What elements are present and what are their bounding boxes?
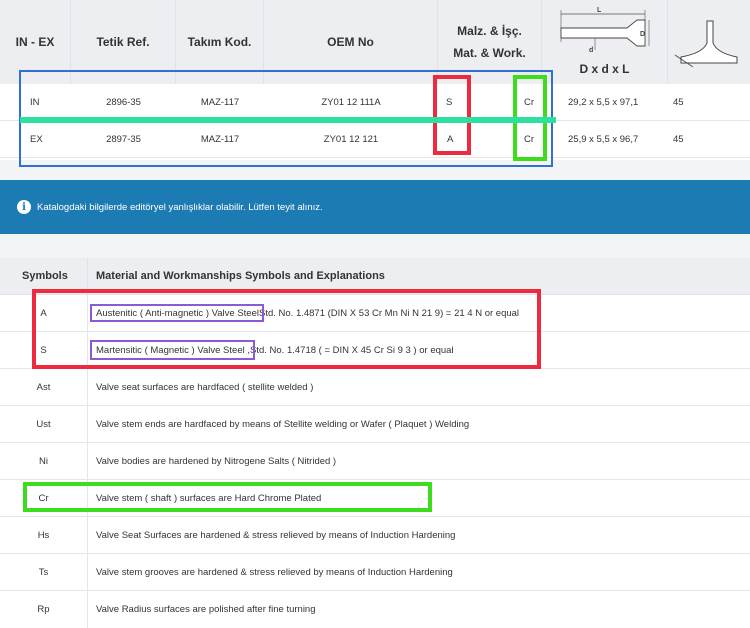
cell-oem-no: ZY01 12 121 [323,133,379,145]
header-dims-label: D x d x L [579,62,630,76]
product-table: IN - EX Tetik Ref. Takım Kod. OEM No Mal… [0,0,750,160]
explanation-text: Std. No. 1.4718 ( = DIN X 45 Cr Si 9 3 )… [250,344,454,356]
header-oem-no: OEM No [264,0,438,84]
cell-material: S [446,96,453,108]
explanation-text: Valve Seat Surfaces are hardened & stres… [96,529,456,541]
symbol-cell: Rp [0,591,88,628]
table-row[interactable]: Hs Valve Seat Surfaces are hardened & st… [0,517,750,554]
info-icon: i [17,200,31,214]
explanation-highlight: Martensitic ( Magnetic ) Valve Steel , [96,344,250,356]
cell-work: Cr [524,96,535,108]
cell-dims: 29,2 x 5,5 x 97,1 [568,96,639,108]
explanation-cell: Martensitic ( Magnetic ) Valve Steel , S… [96,332,454,368]
cell-takim-kod: MAZ-117 [200,133,240,145]
header-symbols: Symbols [0,258,88,294]
notice-text: Katalogdaki bilgilerde editöryel yanlışl… [37,201,323,213]
header-material-work-tr: Malz. & İşç. [457,24,522,38]
diagram-label-L: L [597,7,602,14]
header-explanations: Material and Workmanships Symbols and Ex… [96,270,385,282]
table-row[interactable]: Rp Valve Radius surfaces are polished af… [0,591,750,628]
symbol-cell: Hs [0,517,88,553]
table-row[interactable]: Cr Valve stem ( shaft ) surfaces are Har… [0,480,750,517]
cell-oem-no: ZY01 12 111A [321,96,381,108]
explanation-cell: Austenitic ( Anti-magnetic ) Valve Steel… [96,295,519,331]
cell-material: A [447,133,454,145]
cell-work: Cr [524,133,535,145]
explanation-text: Valve seat surfaces are hardfaced ( stel… [96,381,314,393]
explanation-highlight: Austenitic ( Anti-magnetic ) Valve Steel [96,307,259,319]
header-takim-kod: Takım Kod. [176,0,264,84]
explanation-text: Valve stem ( shaft ) surfaces are Hard C… [96,492,322,504]
header-dimensions: L D d D x d x L [542,0,668,84]
symbols-table-header: Symbols Material and Workmanships Symbol… [0,258,750,295]
cell-angle: 45 [673,133,684,145]
table-row[interactable]: Ts Valve stem grooves are hardened & str… [0,554,750,591]
diagram-label-D: D [640,31,645,38]
table-row[interactable]: Ust Valve stem ends are hardfaced by mea… [0,406,750,443]
table-row[interactable]: Ni Valve bodies are hardened by Nitrogen… [0,443,750,480]
header-material-work-en: Mat. & Work. [453,46,526,60]
cell-tetik-ref: 2896-35 [106,96,141,108]
header-in-ex: IN - EX [0,0,71,84]
cell-type: IN [30,96,40,108]
explanation-text: Valve stem grooves are hardened & stress… [96,566,453,578]
symbol-cell: Cr [0,480,88,516]
notice-bar: i Katalogdaki bilgilerde editöryel yanlı… [0,180,750,234]
valve-angle-icon [674,20,738,67]
header-material-work: Malz. & İşç. Mat. & Work. [438,0,542,84]
header-tetik-ref: Tetik Ref. [71,0,176,84]
cell-tetik-ref: 2897-35 [106,133,141,145]
header-angle [668,0,750,84]
symbol-cell: Ts [0,554,88,590]
explanation-text: Valve Radius surfaces are polished after… [96,604,316,615]
symbol-cell: Ast [0,369,88,405]
diagram-label-d: d [589,47,593,54]
symbol-cell: Ust [0,406,88,442]
explanation-text: Std. No. 1.4871 (DIN X 53 Cr Mn Ni N 21 … [258,307,520,319]
symbol-cell: S [0,332,88,368]
cell-takim-kod: MAZ-117 [200,96,240,108]
table-row[interactable]: EX 2897-35 MAZ-117 ZY01 12 121 A Cr 25,9… [0,121,750,158]
table-row[interactable]: A Austenitic ( Anti-magnetic ) Valve Ste… [0,295,750,332]
explanation-text: Valve stem ends are hardfaced by means o… [96,418,470,430]
table-row[interactable]: S Martensitic ( Magnetic ) Valve Steel ,… [0,332,750,369]
cell-dims: 25,9 x 5,5 x 96,7 [568,133,639,145]
cell-type: EX [30,133,43,145]
explanation-text: Valve bodies are hardened by Nitrogene S… [96,455,337,467]
symbol-cell: Ni [0,443,88,479]
cell-angle: 45 [673,96,684,108]
symbol-cell: A [0,295,88,331]
table-row[interactable]: Ast Valve seat surfaces are hardfaced ( … [0,369,750,406]
table-row[interactable]: IN 2896-35 MAZ-117 ZY01 12 111A S Cr 29,… [0,84,750,121]
